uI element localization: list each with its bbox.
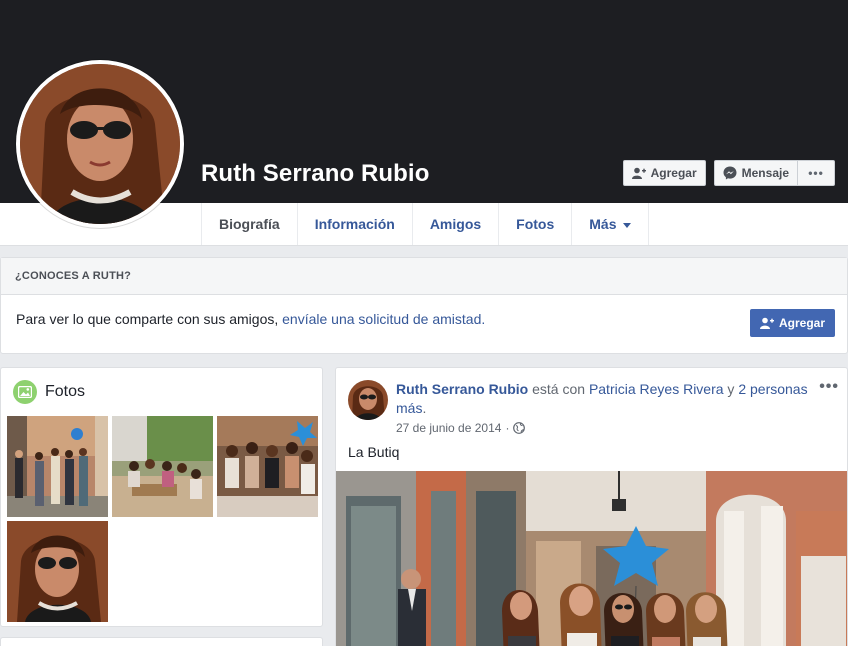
photos-title[interactable]: Fotos <box>13 380 85 404</box>
tab-informacion[interactable]: Información <box>296 203 412 245</box>
add-friend-primary-button[interactable]: Agregar <box>750 309 835 337</box>
post-meta: 27 de junio de 2014 · <box>396 421 526 435</box>
cover-actions: Agregar Mensaje ••• <box>622 160 835 186</box>
message-label: Mensaje <box>741 166 789 180</box>
messenger-icon <box>723 166 737 180</box>
tab-mas-label: Más <box>589 216 617 232</box>
add-friend-primary-label: Agregar <box>778 316 825 330</box>
prompt-text: Para ver lo que comparte con sus amigos, <box>16 311 283 327</box>
post-and-text: y <box>723 381 739 397</box>
friend-request-prompt: ¿CONOCES A RUTH? Para ver lo que compart… <box>0 257 848 354</box>
add-friend-label: Agregar <box>650 166 697 180</box>
tab-amigos[interactable]: Amigos <box>411 203 498 245</box>
globe-icon[interactable] <box>513 422 526 434</box>
profile-picture[interactable] <box>16 60 184 228</box>
post-text: La Butiq <box>348 444 400 460</box>
post-date-link[interactable]: 27 de junio de 2014 <box>396 421 501 435</box>
tab-mas[interactable]: Más <box>571 203 649 245</box>
photo-thumbnail-2[interactable] <box>112 416 213 517</box>
prompt-body: Para ver lo que comparte con sus amigos,… <box>1 295 847 343</box>
send-request-link[interactable]: envíale una solicitud de amistad <box>282 311 481 327</box>
add-friend-button[interactable]: Agregar <box>622 160 706 186</box>
post-author-avatar[interactable] <box>348 380 388 420</box>
add-friend-icon <box>631 167 646 179</box>
post-author-link[interactable]: Ruth Serrano Rubio <box>396 381 528 397</box>
prompt-header: ¿CONOCES A RUTH? <box>1 258 847 295</box>
photo-thumbnail-3[interactable] <box>217 416 318 517</box>
message-button[interactable]: Mensaje <box>713 160 798 186</box>
profile-tabs: Biografía Información Amigos Fotos Más <box>201 203 649 245</box>
photo-thumbnail-4[interactable] <box>7 521 108 622</box>
tagged-person-link[interactable]: Patricia Reyes Rivera <box>589 381 724 397</box>
profile-name[interactable]: Ruth Serrano Rubio <box>201 160 429 188</box>
more-options-button[interactable]: ••• <box>798 160 835 186</box>
post-options-button[interactable]: ••• <box>819 378 839 396</box>
add-friend-icon <box>759 317 774 329</box>
timeline-post: Ruth Serrano Rubio está con Patricia Rey… <box>335 367 848 646</box>
photos-card: Fotos <box>0 367 323 627</box>
message-group: Mensaje ••• <box>713 160 835 186</box>
photos-title-label: Fotos <box>45 383 86 400</box>
tab-fotos[interactable]: Fotos <box>498 203 571 245</box>
meta-separator: · <box>505 421 510 435</box>
post-with-text: está con <box>528 381 589 397</box>
prompt-suffix: . <box>481 311 486 327</box>
profile-photo-image <box>20 64 180 224</box>
tab-biografia[interactable]: Biografía <box>201 203 297 245</box>
photos-icon <box>13 380 37 404</box>
post-photo[interactable] <box>336 471 847 646</box>
post-header: Ruth Serrano Rubio está con Patricia Rey… <box>396 380 816 418</box>
secondary-card <box>0 637 323 646</box>
photo-thumbnail-1[interactable] <box>7 416 108 517</box>
post-end: . <box>422 400 427 416</box>
chevron-down-icon <box>622 222 631 228</box>
